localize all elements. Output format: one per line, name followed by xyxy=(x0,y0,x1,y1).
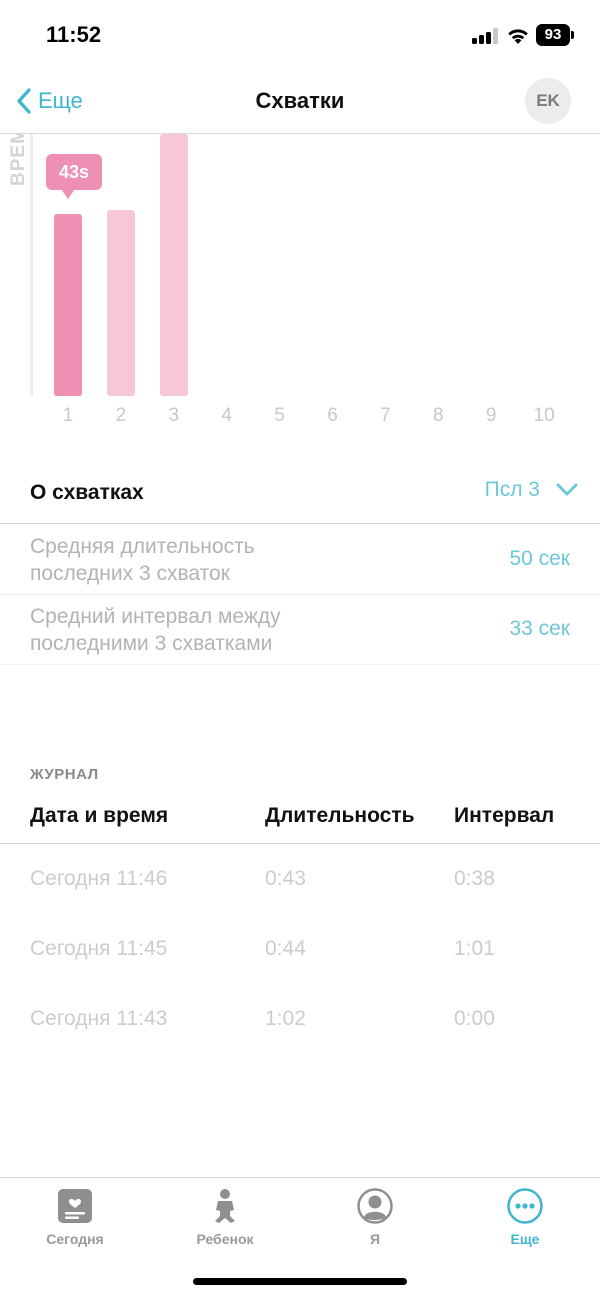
baby-icon xyxy=(215,1189,235,1223)
cell-interval: 0:38 xyxy=(454,867,495,890)
range-label: Псл 3 xyxy=(484,478,540,501)
stats-header: О схватках Псл 3 xyxy=(0,460,600,524)
cell-date: Сегодня 11:43 xyxy=(30,1007,168,1030)
journal-caption: ЖУРНАЛ xyxy=(30,766,99,783)
status-time: 11:52 xyxy=(46,22,102,47)
cell-interval: 0:00 xyxy=(454,1007,495,1030)
cell-duration: 1:02 xyxy=(265,1007,306,1030)
tab-more[interactable]: Еще xyxy=(450,1178,600,1258)
tab-label: Еще xyxy=(510,1231,540,1247)
chart-bar-3[interactable] xyxy=(159,134,188,396)
range-selector[interactable]: Псл 3 xyxy=(485,478,578,502)
table-row[interactable]: Сегодня 11:45 0:44 1:01 xyxy=(0,915,600,985)
home-indicator xyxy=(193,1278,407,1285)
status-bar: 11:52 93 xyxy=(0,0,600,72)
today-icon xyxy=(58,1189,92,1223)
stats-title: О схватках xyxy=(30,481,144,504)
profile-icon xyxy=(357,1188,393,1224)
stat-label: Средний интервал между последними 3 схва… xyxy=(30,605,281,655)
cell-interval: 1:01 xyxy=(454,937,495,960)
x-tick-label: 9 xyxy=(485,405,497,426)
page-title: Схватки xyxy=(255,88,345,113)
stat-row-avg-interval: Средний интервал между последними 3 схва… xyxy=(0,595,600,665)
x-tick-label: 5 xyxy=(274,405,285,426)
contractions-chart: ВРЕМЯ 43s 1 2 3 4 5 6 7 8 9 10 xyxy=(0,134,600,434)
tooltip-arrow xyxy=(61,189,75,199)
stat-label: Средняя длительность последних 3 схваток xyxy=(30,535,255,585)
tab-me[interactable]: Я xyxy=(300,1178,450,1258)
stat-value: 33 сек xyxy=(509,617,570,640)
column-header-duration: Длительность xyxy=(265,804,415,827)
tab-today[interactable]: Сегодня xyxy=(0,1178,150,1258)
stat-value: 50 сек xyxy=(509,547,570,570)
tab-baby[interactable]: Ребенок xyxy=(150,1178,300,1258)
chart-bar-1[interactable] xyxy=(54,214,82,396)
tab-label: Ребенок xyxy=(196,1231,254,1247)
table-row[interactable]: Сегодня 11:43 1:02 0:00 xyxy=(0,985,600,1055)
avatar[interactable]: EK xyxy=(525,78,571,124)
cell-date: Сегодня 11:45 xyxy=(30,937,168,960)
x-tick-label: 3 xyxy=(168,405,180,426)
more-icon xyxy=(507,1188,543,1224)
table-row[interactable]: Сегодня 11:46 0:43 0:38 xyxy=(0,845,600,915)
chart-bar-2[interactable] xyxy=(106,209,135,396)
tab-label: Сегодня xyxy=(46,1231,104,1247)
x-tick-label: 1 xyxy=(62,405,74,426)
tab-label: Я xyxy=(369,1231,381,1247)
wifi-icon xyxy=(508,29,528,44)
y-axis-label-text: ВРЕМЯ xyxy=(8,134,29,186)
x-tick-label: 8 xyxy=(433,405,444,426)
column-header-interval: Интервал xyxy=(454,804,555,827)
battery-tip xyxy=(571,31,574,39)
x-tick-label: 10 xyxy=(533,405,555,426)
x-tick-label: 4 xyxy=(221,405,232,426)
chevron-down-icon xyxy=(556,483,578,496)
x-tick-label: 2 xyxy=(115,405,127,426)
stat-row-avg-duration: Средняя длительность последних 3 схваток… xyxy=(0,525,600,595)
cell-duration: 0:43 xyxy=(265,867,306,890)
cell-date: Сегодня 11:46 xyxy=(30,867,168,890)
cell-duration: 0:44 xyxy=(265,937,306,960)
cellular-signal-icon xyxy=(472,28,500,44)
column-header-date: Дата и время xyxy=(30,804,169,827)
journal-header: Дата и время Длительность Интервал xyxy=(0,790,600,844)
x-tick-label: 7 xyxy=(380,405,391,426)
x-tick-label: 6 xyxy=(327,405,338,426)
selected-bar-tooltip: 43s xyxy=(46,154,102,190)
nav-bar: Еще Схватки EK xyxy=(0,72,600,134)
battery-indicator: 93 xyxy=(536,24,570,46)
